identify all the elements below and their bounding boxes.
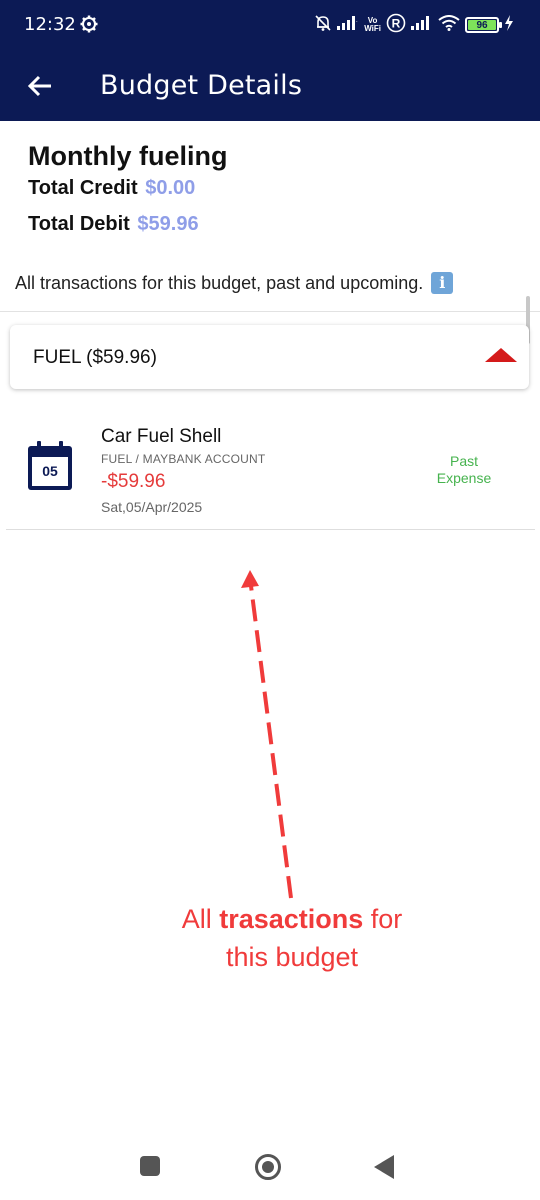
category-accordion[interactable]: FUEL ($59.96) (10, 325, 529, 389)
category-label: FUEL ($59.96) (33, 347, 157, 368)
transaction-amount: -$59.96 (101, 471, 166, 492)
signal-icon: . (337, 15, 359, 35)
vowifi-bottom: WiFi (364, 24, 381, 33)
annotation-suffix: for (363, 904, 403, 934)
vowifi-icon: Vo WiFi (364, 17, 381, 33)
calendar-day: 05 (42, 463, 58, 479)
annotation-bold: trasactions (219, 904, 364, 934)
arrow-left-icon (27, 75, 51, 97)
total-debit-value: $59.96 (137, 213, 199, 235)
transaction-account: FUEL / MAYBANK ACCOUNT (101, 452, 266, 466)
total-debit-row: Total Debit $59.96 (28, 213, 199, 236)
battery-icon: 96 (465, 17, 502, 33)
battery-level: 96 (476, 19, 488, 31)
status-icons: . Vo WiFi R 96 (314, 13, 514, 37)
status-line-1: Past (449, 453, 478, 469)
total-credit-row: Total Credit $0.00 (28, 177, 195, 200)
page-title: Budget Details (100, 70, 303, 101)
total-credit-value: $0.00 (145, 177, 196, 199)
transaction-name: Car Fuel Shell (101, 426, 222, 447)
total-credit-label: Total Credit (28, 177, 138, 199)
budget-description: All transactions for this budget, past a… (15, 272, 454, 294)
status-line-2: Expense (436, 470, 492, 486)
annotation-line-2: this budget (225, 942, 359, 972)
wifi-icon (438, 14, 460, 36)
calendar-icon: 05 (28, 441, 72, 490)
charging-bolt-icon (504, 14, 514, 36)
header: 12:32 . Vo WiFi R 96 Budget Details (0, 0, 540, 121)
collapse-caret-icon[interactable] (485, 348, 517, 362)
transaction-date: Sat,05/Apr/2025 (101, 499, 203, 515)
annotation-line-1: All trasactions for (142, 900, 442, 938)
transaction-item[interactable]: 05 Car Fuel Shell FUEL / MAYBANK ACCOUNT… (6, 410, 535, 530)
r-badge-text: R (392, 16, 401, 30)
total-debit-label: Total Debit (28, 213, 130, 235)
app-bar: Budget Details (0, 50, 540, 121)
svg-text:.: . (356, 18, 358, 24)
description-text: All transactions for this budget, past a… (15, 272, 424, 293)
transaction-status: Past Expense (429, 453, 499, 487)
back-triangle-icon[interactable] (374, 1155, 394, 1179)
annotation-prefix: All (181, 904, 220, 934)
bell-muted-icon (314, 14, 332, 37)
status-bar: 12:32 . Vo WiFi R 96 (0, 0, 540, 50)
settings-gear-icon (80, 15, 98, 38)
registered-r-icon: R (386, 13, 406, 38)
annotation-text: All trasactions for this budget (142, 900, 442, 976)
budget-name: Monthly fueling (28, 141, 228, 171)
info-icon[interactable]: i (431, 272, 454, 294)
signal-2-icon (411, 15, 433, 35)
back-button[interactable] (24, 70, 56, 102)
divider (0, 311, 540, 312)
status-time: 12:32 (24, 14, 76, 35)
recents-square-icon[interactable] (140, 1156, 160, 1176)
system-nav-bar (0, 1134, 540, 1200)
home-circle-icon[interactable] (255, 1154, 281, 1180)
